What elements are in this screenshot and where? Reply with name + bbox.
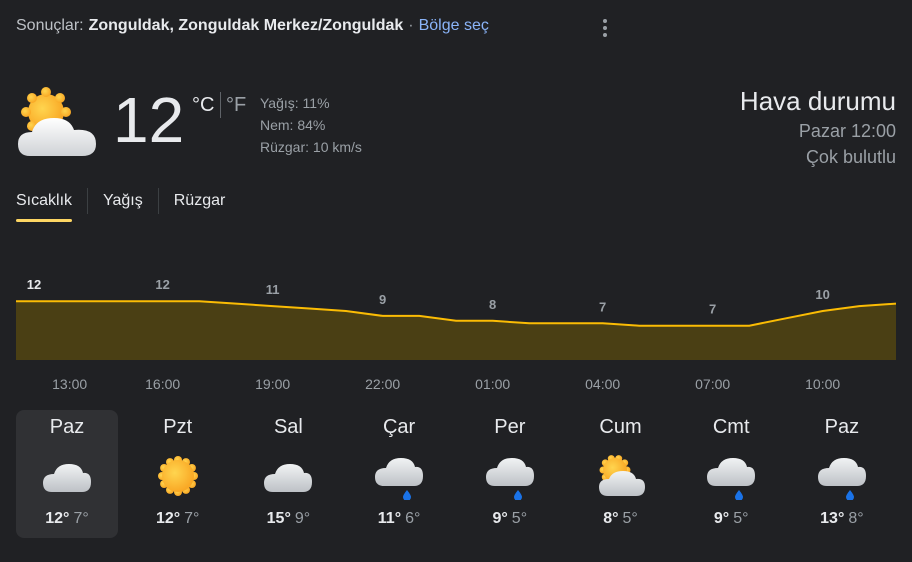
chart-value-label: 10	[815, 287, 829, 302]
chart-value-label: 7	[709, 302, 716, 317]
day-high-temp: 11°	[377, 510, 402, 527]
day-low-temp: 5°	[511, 510, 528, 527]
day-name: Paz	[49, 416, 85, 438]
wind-value: Rüzgar: 10 km/s	[260, 139, 362, 155]
day-temperatures: 15° 9°	[237, 510, 339, 528]
fahrenheit-toggle[interactable]: °F	[226, 94, 246, 117]
weather-details: Yağış: 11% Nem: 84% Rüzgar: 10 km/s	[260, 92, 362, 158]
day-forecast-5[interactable]: Cum 8° 5°	[570, 410, 672, 538]
day-temperatures: 8° 5°	[570, 510, 672, 528]
more-options-icon[interactable]	[596, 17, 614, 39]
day-forecast-7[interactable]: Paz 13° 8°	[791, 410, 893, 538]
day-high-temp: 12°	[155, 510, 181, 527]
tab-divider	[87, 188, 89, 214]
daily-forecast: Paz 12° 7° Pzt 12° 7° Sal 15° 9° Çar 11° 6° Per 9° 5° C…	[16, 410, 896, 538]
day-forecast-2[interactable]: Sal 15° 9°	[237, 410, 339, 538]
current-temperature: 12	[113, 84, 185, 156]
chart-time-label: 07:00	[695, 376, 731, 392]
cloudy-icon	[43, 464, 91, 492]
chart-time-label: 19:00	[255, 376, 291, 392]
day-temperatures: 9° 5°	[459, 510, 561, 528]
chart-area	[16, 301, 896, 360]
temperature-chart[interactable]: 12 12 11 9 8 7 7 10	[16, 270, 896, 365]
day-forecast-1[interactable]: Pzt 12° 7°	[127, 410, 229, 538]
day-name: Cum	[599, 416, 642, 438]
day-high-temp: 9°	[492, 510, 508, 527]
chart-value-label: 11	[266, 282, 280, 297]
celsius-toggle[interactable]: °C	[192, 94, 214, 117]
day-name: Paz	[824, 416, 860, 438]
chart-time-label: 04:00	[585, 376, 621, 392]
day-high-temp: 12°	[45, 510, 70, 527]
choose-region-link[interactable]: Bölge seç	[419, 17, 489, 35]
cloudy-icon	[264, 464, 313, 492]
location-name: Zonguldak, Zonguldak Merkez/Zonguldak	[88, 17, 404, 34]
weather-tabs: Sıcaklık Yağış Rüzgar	[16, 186, 226, 222]
unit-divider	[220, 92, 221, 118]
day-low-temp: 5°	[622, 510, 638, 527]
day-low-temp: 6°	[405, 510, 421, 527]
day-name: Sal	[273, 416, 303, 438]
weather-time: Pazar 12:00	[798, 121, 896, 141]
day-low-temp: 7°	[73, 510, 89, 527]
partly-cloudy-icon	[18, 87, 96, 156]
chart-value-label: 12	[27, 277, 41, 292]
day-forecast-3[interactable]: Çar 11° 6°	[348, 410, 450, 538]
day-temperatures: 11° 6°	[348, 510, 450, 528]
day-name: Pzt	[163, 416, 193, 438]
weather-condition: Çok bulutlu	[805, 147, 896, 167]
chart-value-label: 7	[599, 299, 606, 314]
tab-divider	[157, 188, 159, 214]
day-high-temp: 8°	[603, 510, 619, 527]
day-name: Çar	[382, 416, 416, 438]
day-forecast-6[interactable]: Cmt 9° 5°	[680, 410, 782, 538]
day-high-temp: 9°	[713, 510, 730, 527]
chart-time-label: 10:00	[805, 376, 841, 392]
chart-time-label: 16:00	[145, 376, 181, 392]
chart-time-label: 01:00	[475, 376, 511, 392]
day-temperatures: 9° 5°	[680, 510, 782, 528]
day-low-temp: 8°	[848, 510, 864, 527]
chart-time-label: 13:00	[52, 376, 88, 392]
rain-icon	[485, 458, 534, 500]
day-high-temp: 15°	[266, 510, 291, 527]
day-low-temp: 9°	[294, 510, 311, 527]
separator-dot: ·	[408, 17, 414, 34]
chart-time-label: 22:00	[365, 376, 401, 392]
day-temperatures: 12° 7°	[16, 510, 118, 528]
weather-title: Hava durumu	[739, 86, 896, 116]
day-name: Per	[494, 416, 526, 438]
rain-icon	[817, 458, 866, 500]
chart-value-label: 8	[489, 297, 496, 312]
results-header: Sonuçlar: Zonguldak, Zonguldak Merkez/Zo…	[16, 17, 489, 35]
rain-icon	[375, 458, 424, 500]
partly-cloudy-icon	[598, 455, 645, 496]
chart-value-label: 12	[155, 277, 169, 292]
day-low-temp: 5°	[733, 510, 749, 527]
rain-icon	[707, 458, 756, 500]
day-name: Cmt	[712, 416, 750, 438]
tab-wind[interactable]: Rüzgar	[174, 192, 226, 210]
tab-temperature[interactable]: Sıcaklık	[16, 192, 73, 222]
day-forecast-4[interactable]: Per 9° 5°	[459, 410, 561, 538]
day-low-temp: 7°	[184, 510, 200, 527]
day-temperatures: 12° 7°	[127, 510, 229, 528]
day-high-temp: 13°	[820, 510, 845, 527]
sunny-icon	[157, 456, 198, 496]
day-forecast-0[interactable]: Paz 12° 7°	[16, 410, 118, 538]
chart-value-label: 9	[379, 292, 386, 307]
day-temperatures: 13° 8°	[791, 510, 893, 528]
results-prefix: Sonuçlar:	[16, 17, 84, 34]
weather-summary: Hava durumu Pazar 12:00 Çok bulutlu	[740, 84, 896, 170]
precipitation-value: Yağış: 11%	[260, 95, 330, 111]
humidity-value: Nem: 84%	[260, 117, 326, 133]
tab-precipitation[interactable]: Yağış	[103, 192, 143, 210]
